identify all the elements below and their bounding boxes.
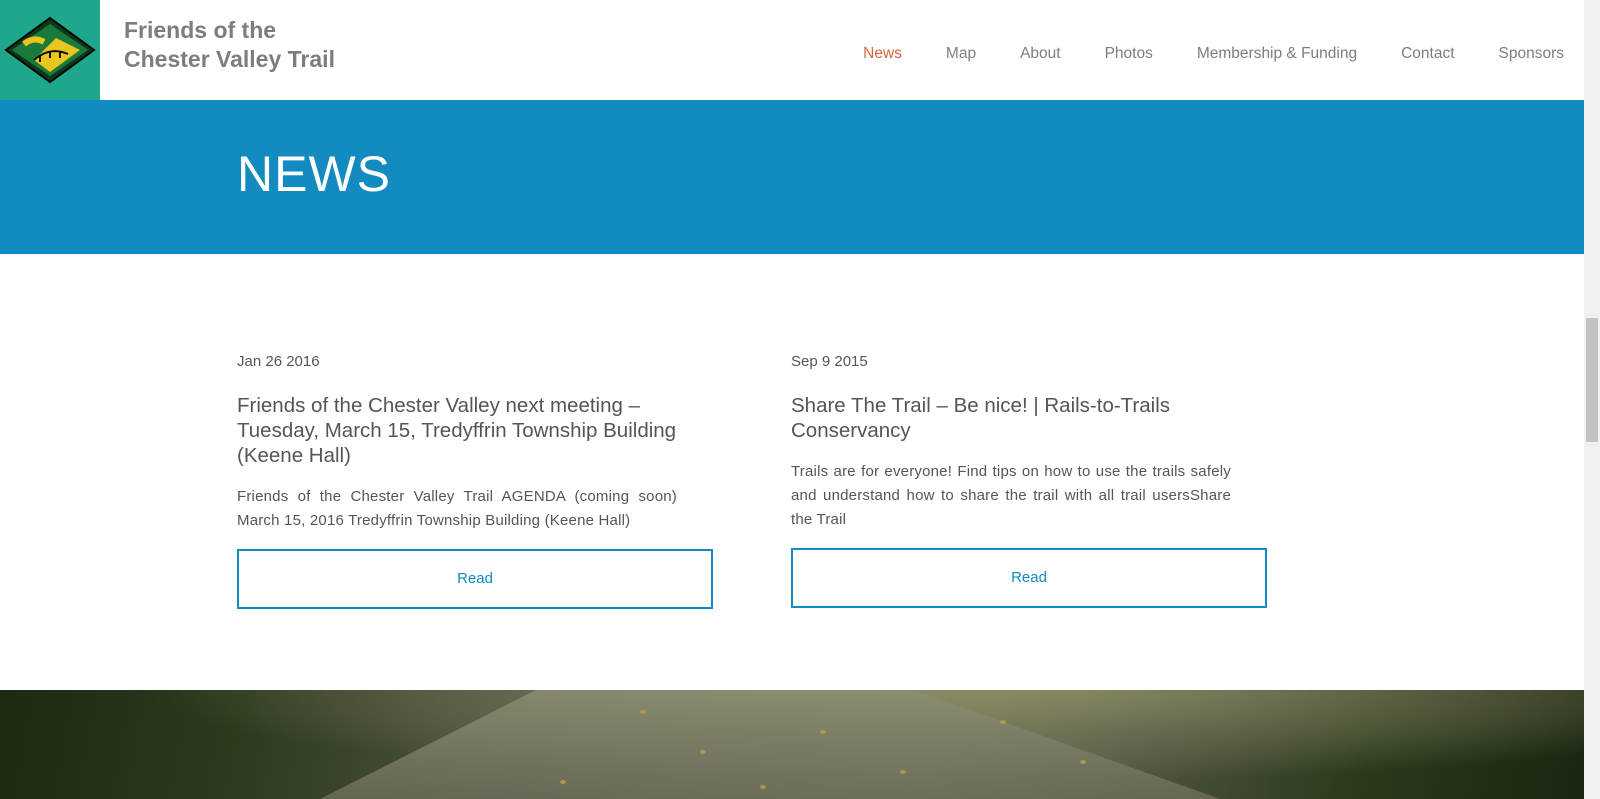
page-scrollbar[interactable]: [1584, 0, 1600, 799]
leaf-decoration: [1000, 720, 1006, 724]
read-button[interactable]: Read: [237, 549, 713, 609]
news-post: Sep 9 2015 Share The Trail – Be nice! | …: [791, 351, 1267, 608]
leaf-decoration: [760, 785, 766, 789]
logo[interactable]: [0, 0, 100, 100]
main-nav: News Map About Photos Membership & Fundi…: [863, 0, 1584, 100]
nav-map[interactable]: Map: [946, 45, 976, 63]
site-title[interactable]: Friends of the Chester Valley Trail: [124, 16, 335, 74]
post-date: Jan 26 2016: [237, 353, 320, 370]
nav-about[interactable]: About: [1020, 45, 1061, 63]
post-title[interactable]: Friends of the Chester Valley next meeti…: [237, 393, 713, 468]
site-title-line1: Friends of the: [124, 17, 277, 43]
read-button[interactable]: Read: [791, 548, 1267, 608]
trail-photo: [0, 690, 1584, 799]
post-excerpt: Trails are for everyone! Find tips on ho…: [791, 463, 1231, 528]
trail-logo-icon: [4, 16, 96, 84]
nav-photos[interactable]: Photos: [1105, 45, 1153, 63]
leaf-decoration: [1080, 760, 1086, 764]
page-title: NEWS: [237, 146, 391, 202]
leaf-decoration: [820, 730, 826, 734]
nav-sponsors[interactable]: Sponsors: [1499, 45, 1564, 63]
nav-contact[interactable]: Contact: [1401, 45, 1454, 63]
post-excerpt: Friends of the Chester Valley Trail AGEN…: [237, 488, 677, 529]
leaf-decoration: [900, 770, 906, 774]
leaf-decoration: [560, 780, 566, 784]
site-title-line2: Chester Valley Trail: [124, 46, 335, 72]
news-post: Jan 26 2016 Friends of the Chester Valle…: [237, 351, 713, 609]
post-date: Sep 9 2015: [791, 353, 868, 370]
news-list: Jan 26 2016 Friends of the Chester Valle…: [0, 254, 1584, 690]
trail-path-image: [320, 690, 1220, 799]
post-title[interactable]: Share The Trail – Be nice! | Rails-to-Tr…: [791, 393, 1267, 443]
page-hero: NEWS: [0, 100, 1584, 254]
nav-news[interactable]: News: [863, 45, 902, 63]
page: Friends of the Chester Valley Trail News…: [0, 0, 1584, 799]
leaf-decoration: [700, 750, 706, 754]
leaf-decoration: [640, 710, 646, 714]
site-header: Friends of the Chester Valley Trail News…: [0, 0, 1584, 100]
scrollbar-thumb[interactable]: [1586, 318, 1598, 442]
nav-membership-funding[interactable]: Membership & Funding: [1197, 45, 1357, 63]
